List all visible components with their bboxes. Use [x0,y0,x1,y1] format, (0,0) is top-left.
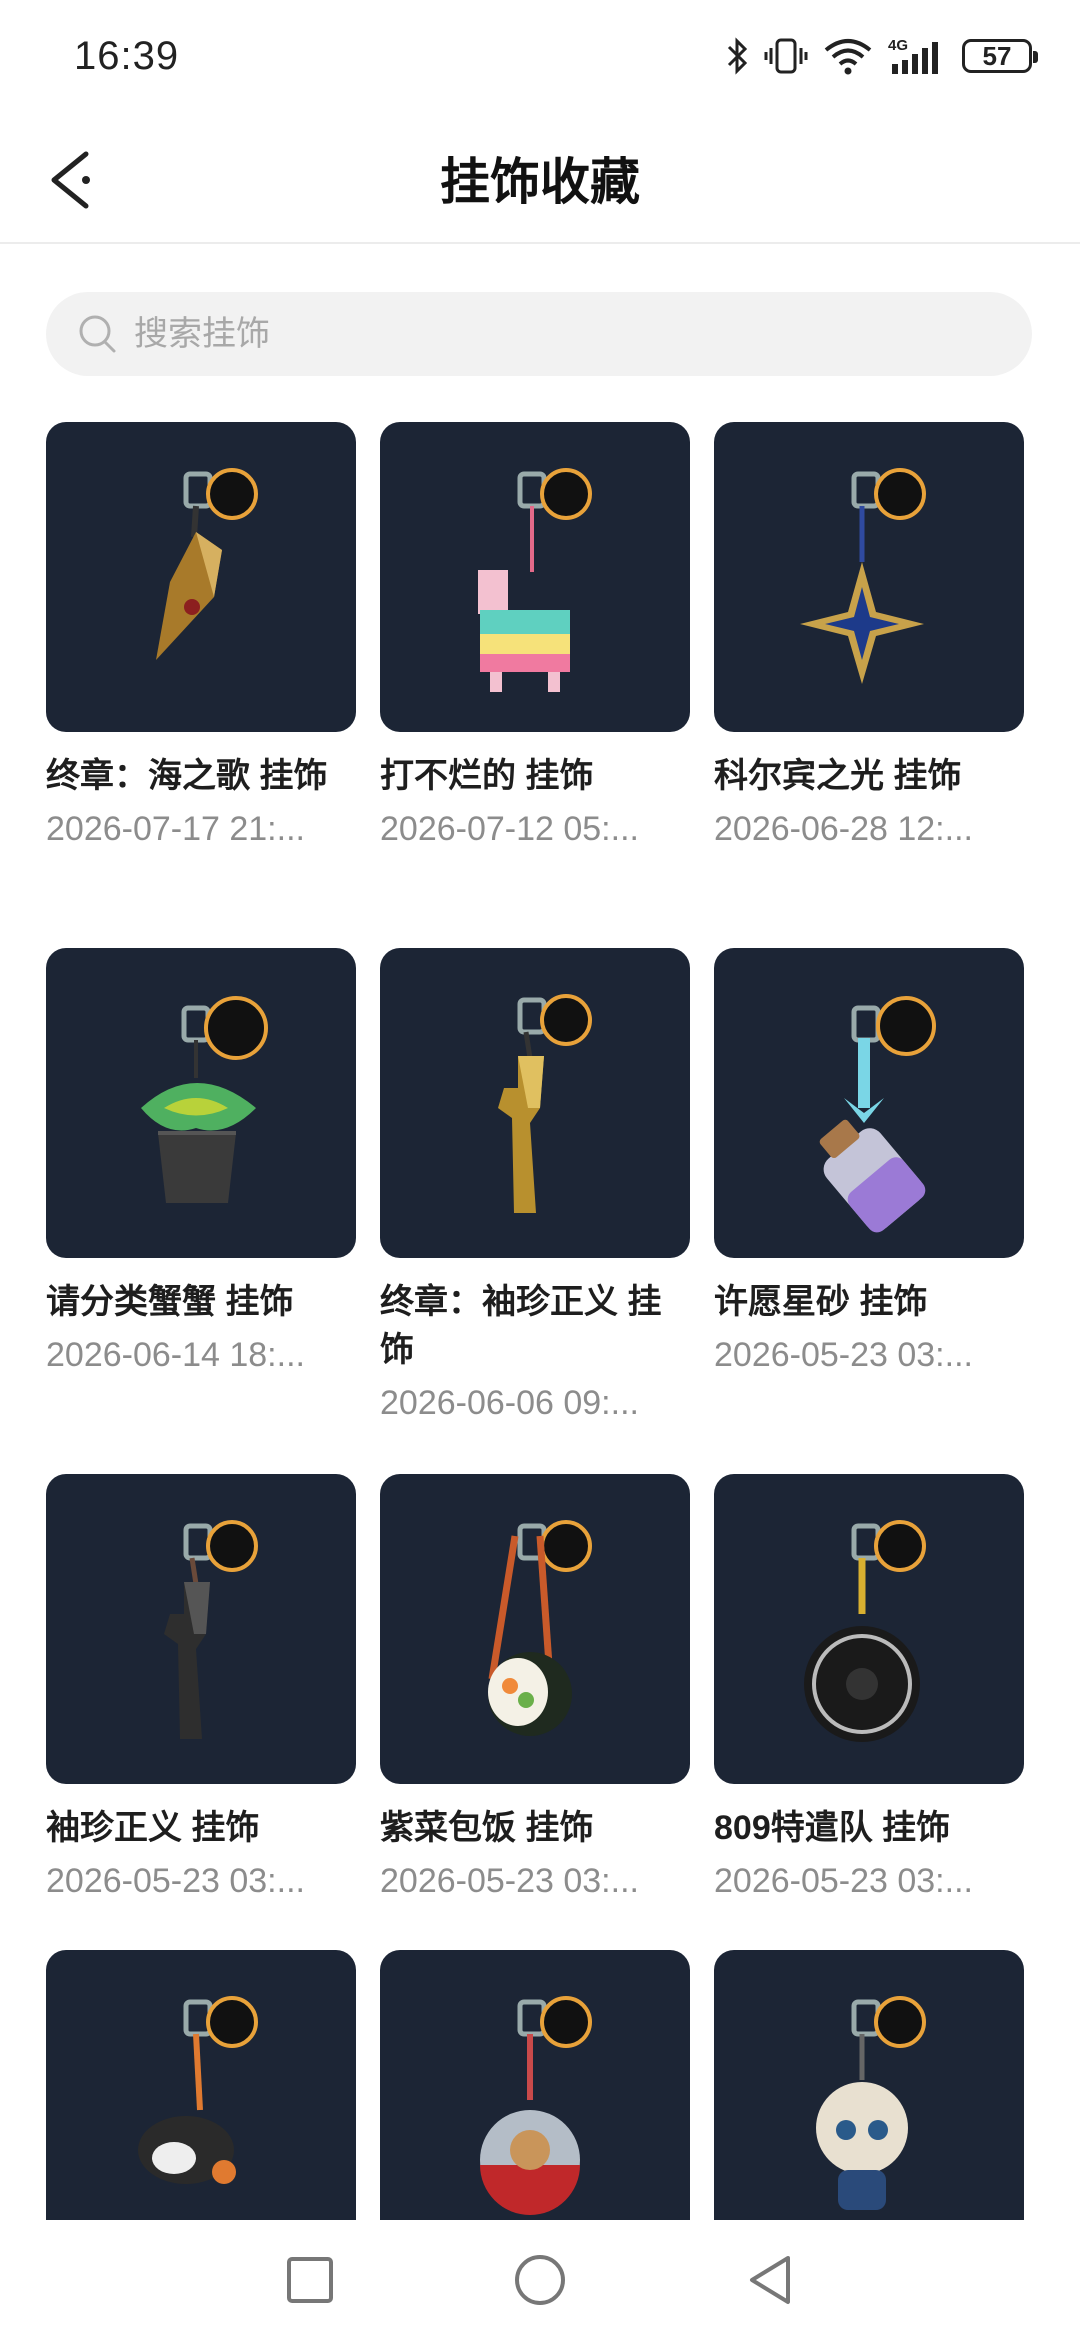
charm-name: 终章：海之歌 挂饰 [46,757,328,795]
charm-name: 袖珍正义 挂饰 [46,1809,260,1847]
pinata-charm-icon [478,468,592,692]
charm-date: 2026-05-23 03:... [714,1336,973,1374]
charm-thumbnail [714,948,1024,1258]
charm-thumbnail [714,1950,1024,2220]
charm-card[interactable]: 请分类蟹蟹 挂饰 2026-06-14 18:... [46,948,356,1380]
wish-bottle-charm-icon [819,996,936,1233]
star-charm-icon [800,468,926,684]
charm-grid: 终章：海之歌 挂饰 2026-07-17 21:... 打不烂的 挂饰 2026… [0,0,1080,2220]
charm-thumbnail [380,1474,690,1784]
charm-thumbnail [380,1950,690,2220]
back-nav-button[interactable] [740,2250,800,2310]
charm-thumbnail [46,1474,356,1784]
triangle-back-icon [750,2256,790,2304]
charm-date: 2026-06-06 09:... [380,1384,639,1422]
charm-name: 809特遣队 挂饰 [714,1809,951,1847]
charm-name: 终章：袖珍正义 挂饰 [380,1283,662,1369]
charm-thumbnail [46,948,356,1258]
charm-card[interactable]: 紫菜包饭 挂饰 2026-05-23 03:... [380,1474,690,1906]
charm-date: 2026-07-17 21:... [46,810,305,848]
system-nav-bar [0,2220,1080,2340]
crab-charm-icon [141,996,268,1203]
home-button[interactable] [510,2250,570,2310]
recent-apps-button[interactable] [280,2250,340,2310]
charm-thumbnail [714,422,1024,732]
charm-date: 2026-05-23 03:... [714,1862,973,1900]
charm-name: 打不烂的 挂饰 [380,757,594,795]
circle-icon [515,2255,565,2305]
charm-name: 紫菜包饭 挂饰 [380,1809,594,1847]
charm-thumbnail [380,422,690,732]
charm-card[interactable]: 许愿星砂 挂饰 2026-05-23 03:... [714,948,1024,1380]
charm-thumbnail [714,1474,1024,1784]
charm-card[interactable] [46,1950,356,2220]
charm-card[interactable]: 终章：袖珍正义 挂饰 2026-06-06 09:... [380,948,690,1428]
charm-card[interactable]: 袖珍正义 挂饰 2026-05-23 03:... [46,1474,356,1906]
charm-thumbnail [46,422,356,732]
capsule-charm-icon [480,1996,592,2215]
charm-card[interactable]: 809特遣队 挂饰 2026-05-23 03:... [714,1474,1024,1906]
charm-date: 2026-06-14 18:... [46,1336,305,1374]
sushi-charm-icon [488,1520,592,1736]
charm-thumbnail [46,1950,356,2220]
charm-date: 2026-05-23 03:... [380,1862,639,1900]
charm-date: 2026-07-12 05:... [380,810,639,848]
square-icon [287,2257,333,2303]
charm-date: 2026-05-23 03:... [46,1862,305,1900]
dark-gun-charm-icon [164,1520,258,1739]
charm-name: 科尔宾之光 挂饰 [714,757,962,795]
charm-card[interactable] [714,1950,1024,2220]
charm-thumbnail [380,948,690,1258]
charm-name: 请分类蟹蟹 挂饰 [46,1283,294,1321]
pan-charm-icon [804,1520,926,1742]
charm-date: 2026-06-28 12:... [714,810,973,848]
charm-card[interactable] [380,1950,690,2220]
charm-card[interactable]: 终章：海之歌 挂饰 2026-07-17 21:... [46,422,356,854]
charm-name: 许愿星砂 挂饰 [714,1283,928,1321]
charm-card[interactable]: 科尔宾之光 挂饰 2026-06-28 12:... [714,422,1024,854]
charm-card[interactable]: 打不烂的 挂饰 2026-07-12 05:... [380,422,690,854]
cat-charm-icon [138,1996,258,2184]
doll-charm-icon [816,1996,926,2210]
shell-charm-icon [156,468,258,660]
gold-gun-charm-icon [498,994,592,1213]
